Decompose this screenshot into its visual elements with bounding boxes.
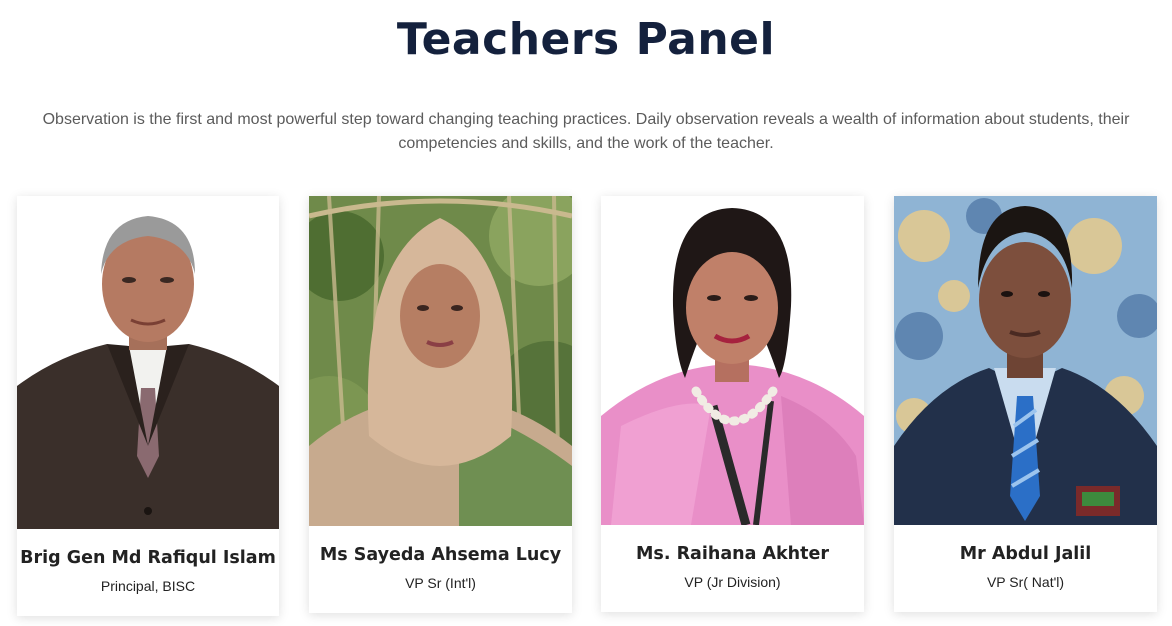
teacher-card[interactable]: Ms Sayeda Ahsema Lucy VP Sr (Int'l) [309, 196, 572, 613]
teacher-card[interactable]: Brig Gen Md Rafiqul Islam Principal, BIS… [17, 196, 279, 616]
teacher-role: VP Sr( Nat'l) [986, 574, 1065, 590]
teacher-photo [309, 196, 572, 526]
section-intro: Observation is the first and most powerf… [42, 111, 1130, 152]
teacher-photo [894, 196, 1157, 525]
teacher-role: VP Sr (Int'l) [405, 575, 476, 591]
teacher-photo [17, 196, 279, 529]
teacher-card[interactable]: Mr Abdul Jalil VP Sr( Nat'l) [894, 196, 1157, 612]
teacher-card[interactable]: Ms. Raihana Akhter VP (Jr Division) [601, 196, 864, 612]
teacher-name: Mr Abdul Jalil [959, 544, 1092, 564]
teacher-name: Ms. Raihana Akhter [636, 544, 829, 564]
teacher-name: Ms Sayeda Ahsema Lucy [319, 545, 562, 565]
teacher-photo [601, 196, 864, 525]
section-title: Teachers Panel [396, 14, 776, 65]
teacher-name: Brig Gen Md Rafiqul Islam [20, 548, 276, 568]
teacher-role: Principal, BISC [100, 578, 196, 594]
teacher-role: VP (Jr Division) [684, 574, 781, 590]
